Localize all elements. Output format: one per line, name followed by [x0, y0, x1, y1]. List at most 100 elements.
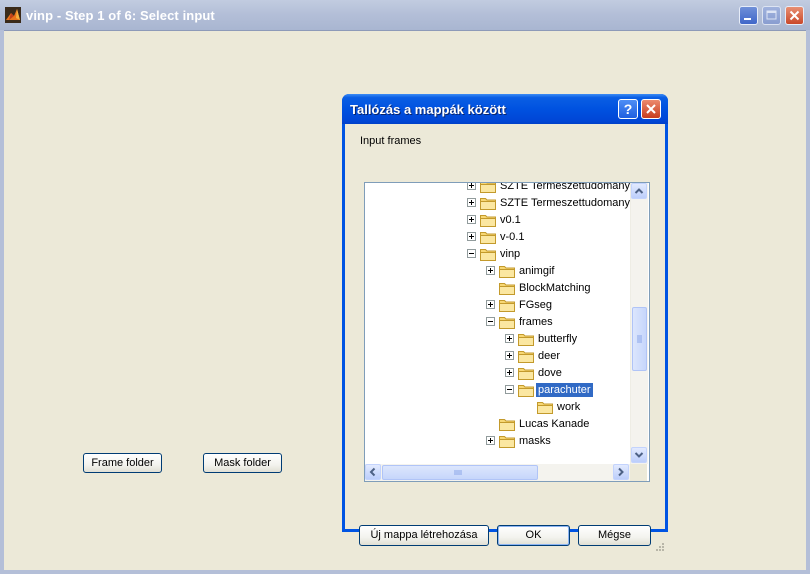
close-button[interactable] — [785, 6, 804, 25]
tree-item-label: Lucas Kanade — [519, 418, 590, 430]
cancel-button[interactable]: Mégse — [578, 525, 651, 546]
tree-item[interactable]: frames — [365, 314, 630, 331]
tree-item[interactable]: animgif — [365, 263, 630, 280]
tree-item[interactable]: SZTE Termeszettudomanyi — [365, 195, 632, 212]
tree-item-label: FGseg — [519, 299, 553, 311]
expand-icon[interactable] — [486, 300, 495, 309]
folder-icon — [480, 198, 496, 210]
tree-item-label: vinp — [500, 248, 521, 260]
folder-icon — [518, 351, 534, 363]
expand-icon[interactable] — [505, 334, 514, 343]
tree-item[interactable]: masks — [365, 433, 630, 450]
horizontal-scroll-thumb[interactable] — [382, 465, 538, 480]
window-title: vinp - Step 1 of 6: Select input — [26, 8, 215, 23]
grip-icon — [637, 335, 642, 343]
folder-icon — [480, 215, 496, 227]
tree-item-label: deer — [538, 350, 561, 362]
expand-icon[interactable] — [467, 215, 476, 224]
tree-item-label: masks — [519, 435, 551, 447]
tree-item-label: v0.1 — [500, 214, 521, 226]
close-icon — [646, 104, 656, 114]
tree-item[interactable]: dove — [365, 365, 630, 382]
dialog-client-area: Input frames SZTE Termeszettudomanyi SZTE… — [345, 124, 665, 551]
chevron-up-icon — [634, 188, 644, 194]
scroll-right-button[interactable] — [613, 464, 629, 480]
tree-item-label: dove — [538, 367, 562, 379]
folder-icon — [499, 317, 515, 329]
scrollbar-corner — [630, 464, 647, 481]
tree-item[interactable]: FGseg — [365, 297, 630, 314]
new-folder-button[interactable]: Új mappa létrehozása — [359, 525, 489, 546]
tree-item[interactable]: BlockMatching — [365, 280, 630, 297]
chevron-left-icon — [369, 467, 376, 477]
folder-icon — [499, 419, 515, 431]
expand-icon[interactable] — [486, 436, 495, 445]
folder-icon — [499, 266, 515, 278]
dialog-prompt: Input frames — [360, 135, 422, 147]
collapse-icon[interactable] — [467, 249, 476, 258]
resize-grip-icon[interactable] — [653, 542, 665, 554]
collapse-icon[interactable] — [486, 317, 495, 326]
folder-tree[interactable]: SZTE Termeszettudomanyi SZTE Termeszettud… — [364, 182, 650, 482]
matlab-icon — [5, 7, 21, 23]
expand-icon[interactable] — [486, 266, 495, 275]
folder-icon — [518, 368, 534, 380]
tree-item[interactable]: v0.1 — [365, 212, 630, 229]
tree-item-label: BlockMatching — [519, 282, 591, 294]
window-border-right — [806, 30, 810, 574]
tree-item-label: animgif — [519, 265, 555, 277]
window-border-bottom — [0, 570, 810, 574]
folder-icon — [518, 334, 534, 346]
horizontal-scrollbar[interactable] — [365, 464, 630, 481]
tree-item-label: SZTE Termeszettudomanyi — [500, 197, 633, 209]
expand-icon[interactable] — [467, 198, 476, 207]
tree-item-label: butterfly — [538, 333, 578, 345]
folder-icon — [499, 436, 515, 448]
mask-folder-button[interactable]: Mask folder — [203, 453, 282, 473]
tree-item-label: frames — [519, 316, 553, 328]
maximize-icon — [766, 10, 777, 20]
tree-item[interactable]: SZTE Termeszettudomanyi — [365, 183, 632, 195]
folder-icon — [499, 283, 515, 295]
folder-icon — [480, 249, 496, 261]
expand-icon[interactable] — [467, 183, 476, 190]
folder-icon — [537, 402, 553, 414]
tree-item[interactable]: vinp — [365, 246, 630, 263]
close-icon — [789, 10, 800, 21]
tree-item-label: SZTE Termeszettudomanyi — [500, 182, 633, 192]
chevron-down-icon — [634, 452, 644, 458]
vertical-scroll-thumb[interactable] — [632, 307, 647, 371]
expand-icon[interactable] — [467, 232, 476, 241]
scroll-left-button[interactable] — [365, 464, 381, 480]
minimize-icon — [744, 18, 751, 20]
expand-icon[interactable] — [505, 351, 514, 360]
dialog-close-button[interactable] — [641, 99, 661, 119]
main-titlebar: vinp - Step 1 of 6: Select input — [0, 0, 810, 31]
frame-folder-button[interactable]: Frame folder — [83, 453, 162, 473]
browse-folder-dialog: Tallózás a mappák között ? Input frames … — [342, 94, 668, 551]
folder-icon — [518, 385, 534, 397]
chevron-right-icon — [618, 467, 624, 477]
help-button[interactable]: ? — [618, 99, 638, 119]
vertical-scrollbar[interactable] — [630, 183, 648, 464]
tree-item[interactable]: v-0.1 — [365, 229, 630, 246]
help-icon: ? — [623, 101, 633, 117]
tree-item[interactable]: work — [365, 399, 630, 416]
tree-item[interactable]: parachuter — [365, 382, 630, 399]
minimize-button[interactable] — [739, 6, 758, 25]
dialog-titlebar: Tallózás a mappák között ? — [342, 94, 668, 124]
maximize-button[interactable] — [762, 6, 781, 25]
folder-icon — [499, 300, 515, 312]
folder-icon — [480, 183, 496, 193]
scroll-down-button[interactable] — [631, 447, 647, 463]
collapse-icon[interactable] — [505, 385, 514, 394]
expand-icon[interactable] — [505, 368, 514, 377]
tree-item[interactable]: Lucas Kanade — [365, 416, 630, 433]
grip-icon — [454, 470, 462, 475]
dialog-title: Tallózás a mappák között — [350, 102, 506, 117]
tree-item[interactable]: butterfly — [365, 331, 630, 348]
tree-item-label: work — [557, 401, 581, 413]
tree-item[interactable]: deer — [365, 348, 630, 365]
ok-button[interactable]: OK — [497, 525, 570, 546]
scroll-up-button[interactable] — [631, 183, 647, 199]
